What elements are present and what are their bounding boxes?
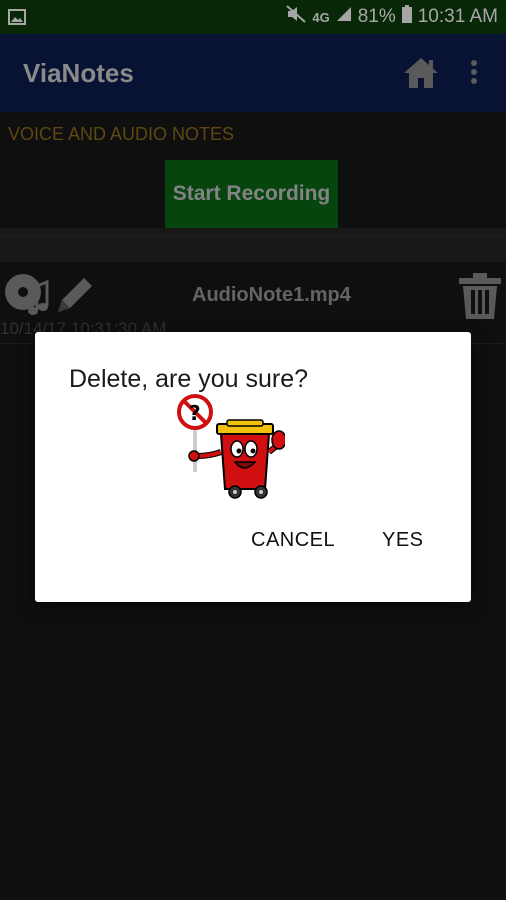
delete-confirm-dialog: Delete, are you sure? ? CANCEL YES	[35, 332, 471, 602]
dialog-title: Delete, are you sure?	[69, 365, 309, 393]
yes-button[interactable]: YES	[382, 528, 424, 552]
svg-text:?: ?	[189, 401, 201, 425]
trash-mascot-icon: ?	[175, 394, 287, 504]
cancel-button[interactable]: CANCEL	[251, 528, 335, 552]
